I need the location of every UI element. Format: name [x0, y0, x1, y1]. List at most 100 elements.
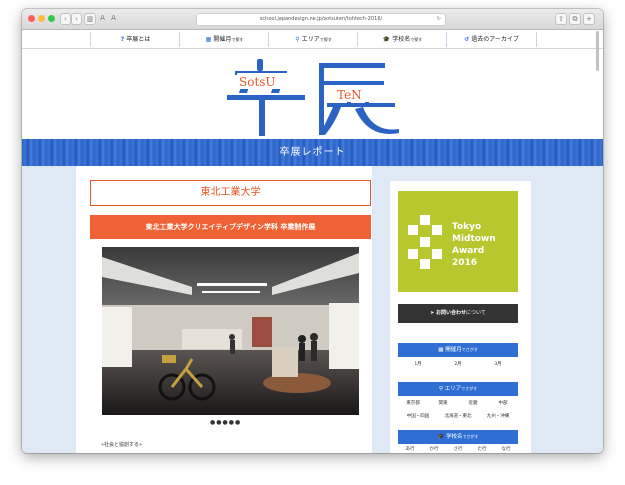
award-logo-icon	[408, 215, 442, 269]
month-item-label[interactable]: 2月	[454, 362, 461, 367]
award-text-4: 2016	[452, 258, 477, 268]
area-search-header: ⚲ エリアでさがす	[398, 382, 518, 396]
area-item[interactable]: 北海道・東北	[438, 413, 478, 419]
nav-label-small: で探す	[410, 37, 423, 42]
school-kana-label[interactable]: あ行	[406, 447, 415, 452]
scrollbar[interactable]	[596, 31, 599, 71]
nav-label-small: で探す	[231, 37, 244, 42]
nav-label: 卒展とは	[126, 36, 151, 43]
tokyo-midtown-award-banner[interactable]: Tokyo Midtown Award 2016	[398, 191, 518, 292]
history-icon: ↺	[464, 36, 470, 43]
paper-plane-icon: ➤	[430, 310, 435, 316]
contact-label: お問い合わせ	[435, 310, 466, 316]
exhibit-title: 東北工業大学クリエイティブデザイン学科 卒業制作展	[145, 223, 316, 231]
nav-label: エリア	[301, 36, 320, 43]
calendar-icon: ▦	[205, 36, 212, 43]
sotsuten-logo[interactable]: SotsU TeN	[223, 59, 403, 137]
month-item[interactable]: 3月	[478, 361, 518, 367]
school-kana-label[interactable]: な行	[502, 447, 511, 452]
back-button[interactable]: ‹	[60, 13, 71, 25]
area-item[interactable]: 関東	[428, 400, 458, 406]
sidebar-toggle-icon[interactable]: ▥	[84, 13, 96, 25]
month-item-label[interactable]: 3月	[494, 362, 501, 367]
school-name-heading: 東北工業大学	[90, 180, 371, 206]
map-pin-icon: ⚲	[295, 36, 300, 43]
article-caption: «社会と協創する»	[101, 441, 142, 448]
school-kana-label[interactable]: か行	[430, 447, 439, 452]
site-nav: ? 卒展とは ▦ 開催月で探す ⚲ エリアで探す 🎓 学校名で探す ↺ 過去のアーカイブ	[22, 30, 603, 49]
school-search-header: 🎓 学校名でさがす	[398, 430, 518, 444]
share-icon[interactable]: ⇧	[555, 13, 567, 25]
month-item[interactable]: 2月	[438, 361, 478, 367]
month-search-small: でさがす	[461, 347, 478, 352]
question-icon: ?	[120, 36, 125, 43]
logo-sotsu-text: SotsU	[239, 75, 276, 89]
area-search-small: でさがす	[461, 386, 478, 391]
reload-icon[interactable]: ↻	[437, 14, 441, 25]
month-item[interactable]: 1月	[398, 361, 438, 367]
tabs-icon[interactable]: ⧉	[569, 13, 581, 25]
area-item[interactable]: 中部	[488, 400, 518, 406]
contact-button[interactable]: ➤ お問い合わせについて	[398, 304, 518, 323]
exhibit-title-bar: 東北工業大学クリエイティブデザイン学科 卒業制作展	[90, 215, 371, 239]
browser-window: ‹ › ▥ A A school.japandesign.ne.jp/sotsu…	[22, 9, 603, 453]
logo-ten-text: TeN	[337, 88, 362, 102]
month-item-label[interactable]: 1月	[414, 362, 421, 367]
area-item-label[interactable]: 東京都	[406, 401, 420, 406]
slider-dots[interactable]: ●●●●●	[210, 419, 241, 426]
area-item[interactable]: 九州・沖縄	[478, 413, 518, 419]
nav-by-area[interactable]: ⚲ エリアで探す	[268, 32, 358, 47]
nav-about[interactable]: ? 卒展とは	[90, 32, 180, 47]
month-search-title: 開催月	[445, 347, 462, 353]
graduation-cap-icon: 🎓	[437, 434, 445, 440]
area-item-label[interactable]: 中国・四国	[407, 414, 430, 419]
nav-label: 学校名	[392, 36, 411, 43]
exhibition-photo[interactable]	[102, 247, 359, 415]
url-text: school.japandesign.ne.jp/sotsuten/tohtec…	[259, 16, 383, 22]
map-pin-icon: ⚲	[438, 386, 443, 392]
nav-label: 過去のアーカイブ	[471, 36, 519, 43]
nav-label: 開催月	[213, 36, 232, 43]
text-larger-button[interactable]: A	[109, 13, 118, 23]
school-name: 東北工業大学	[200, 187, 261, 198]
nav-label-small: で探す	[319, 37, 332, 42]
award-text-3: Award	[452, 246, 484, 256]
title-bar: ‹ › ▥ A A school.japandesign.ne.jp/sotsu…	[22, 9, 603, 30]
address-bar[interactable]: school.japandesign.ne.jp/sotsuten/tohtec…	[196, 13, 446, 26]
area-item-label[interactable]: 関東	[439, 401, 448, 406]
close-window-button[interactable]	[28, 15, 35, 22]
nav-by-month[interactable]: ▦ 開催月で探す	[179, 32, 269, 47]
award-text-2: Midtown	[452, 234, 496, 244]
school-kana-item[interactable]: な行	[494, 446, 518, 452]
school-kana-item[interactable]: さ行	[446, 446, 470, 452]
new-tab-icon[interactable]: +	[583, 13, 595, 25]
area-item-label[interactable]: 九州・沖縄	[487, 414, 510, 419]
caption-text: «社会と協創する»	[101, 442, 143, 448]
text-smaller-button[interactable]: A	[98, 13, 107, 23]
area-item-label[interactable]: 近畿	[469, 401, 478, 406]
nav-by-school[interactable]: 🎓 学校名で探す	[357, 32, 447, 47]
area-item[interactable]: 中国・四国	[398, 413, 438, 419]
page-title-band: 卒展レポート	[22, 139, 603, 166]
school-kana-item[interactable]: た行	[470, 446, 494, 452]
nav-archive[interactable]: ↺ 過去のアーカイブ	[446, 32, 537, 47]
school-search-title: 学校名	[446, 434, 463, 440]
area-search-title: エリア	[444, 386, 462, 392]
month-search-header: ▦ 開催月でさがす	[398, 343, 518, 357]
award-text-1: Tokyo	[452, 222, 481, 232]
zoom-window-button[interactable]	[48, 15, 55, 22]
slider-dots-text[interactable]: ●●●●●	[210, 419, 241, 426]
school-kana-item[interactable]: か行	[422, 446, 446, 452]
school-kana-item[interactable]: あ行	[398, 446, 422, 452]
forward-button[interactable]: ›	[71, 13, 82, 25]
area-item-label[interactable]: 中部	[499, 401, 508, 406]
area-item-label[interactable]: 北海道・東北	[445, 414, 472, 419]
minimize-window-button[interactable]	[38, 15, 45, 22]
school-kana-label[interactable]: た行	[478, 447, 487, 452]
area-item[interactable]: 近畿	[458, 400, 488, 406]
school-kana-label[interactable]: さ行	[454, 447, 463, 452]
contact-label-small: について	[465, 310, 486, 316]
area-item[interactable]: 東京都	[398, 400, 428, 406]
graduation-cap-icon: 🎓	[382, 36, 391, 43]
calendar-icon: ▦	[438, 347, 444, 353]
